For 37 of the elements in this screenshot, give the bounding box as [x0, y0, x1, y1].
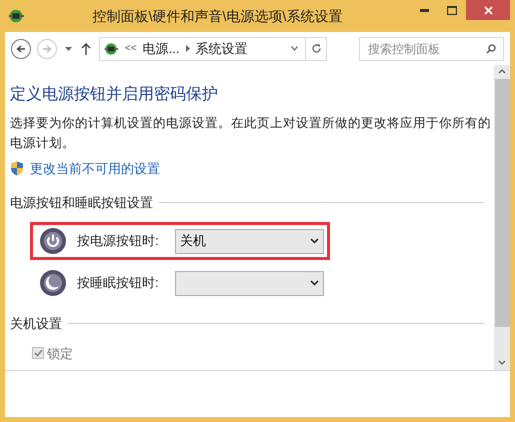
search-field[interactable]: 搜索控制面板 — [359, 36, 504, 60]
chevron-down-icon — [310, 238, 319, 244]
breadcrumb[interactable]: 电源... — [142, 38, 180, 58]
power-icon — [39, 227, 67, 255]
breadcrumb-arrow-icon — [186, 45, 190, 52]
checkmark-icon — [34, 349, 42, 358]
close-icon — [484, 6, 492, 14]
refresh-icon — [310, 43, 322, 54]
close-button[interactable] — [466, 0, 510, 20]
section-title: 电源按钮和睡眠按钮设置 — [10, 194, 153, 212]
scrollbar[interactable] — [494, 65, 510, 370]
action-dropdown[interactable]: 关机 — [175, 228, 324, 254]
admin-link[interactable]: 更改当前不可用的设置 — [10, 159, 160, 178]
search-icon — [486, 44, 496, 54]
overflow-chevron[interactable]: << — [125, 41, 137, 56]
window-title: 控制面板\硬件和声音\电源选项\系统设置 — [92, 6, 342, 26]
option-label: 锁定 — [47, 344, 73, 362]
minimize-icon — [420, 8, 428, 12]
address-bar[interactable]: << 电源... 系统设置 — [99, 36, 327, 60]
power-plug-icon — [103, 40, 119, 56]
chevron-down-icon — [310, 280, 319, 286]
row-label: 按睡眠按钮时: — [77, 274, 160, 292]
section-title: 关机设置 — [10, 315, 62, 333]
row-label: 按电源按钮时: — [77, 232, 160, 250]
forward-arrow-icon — [42, 44, 52, 52]
back-arrow-icon — [16, 44, 26, 52]
power-plug-icon — [7, 7, 25, 25]
back-button[interactable] — [11, 38, 31, 58]
chevron-down-icon — [291, 46, 298, 51]
page-heading: 定义电源按钮并启用密码保护 — [10, 84, 219, 105]
caret-icon — [64, 46, 72, 50]
up-arrow-icon — [81, 42, 91, 54]
maximize-icon — [447, 6, 457, 14]
moon-icon — [39, 269, 67, 297]
description: 选择要为你的计算机设置的电源设置。在此页上对设置所做的更改将应用于你所有的电源计划。 — [10, 115, 492, 152]
shield-icon — [10, 161, 24, 176]
breadcrumb[interactable]: 系统设置 — [196, 38, 248, 58]
